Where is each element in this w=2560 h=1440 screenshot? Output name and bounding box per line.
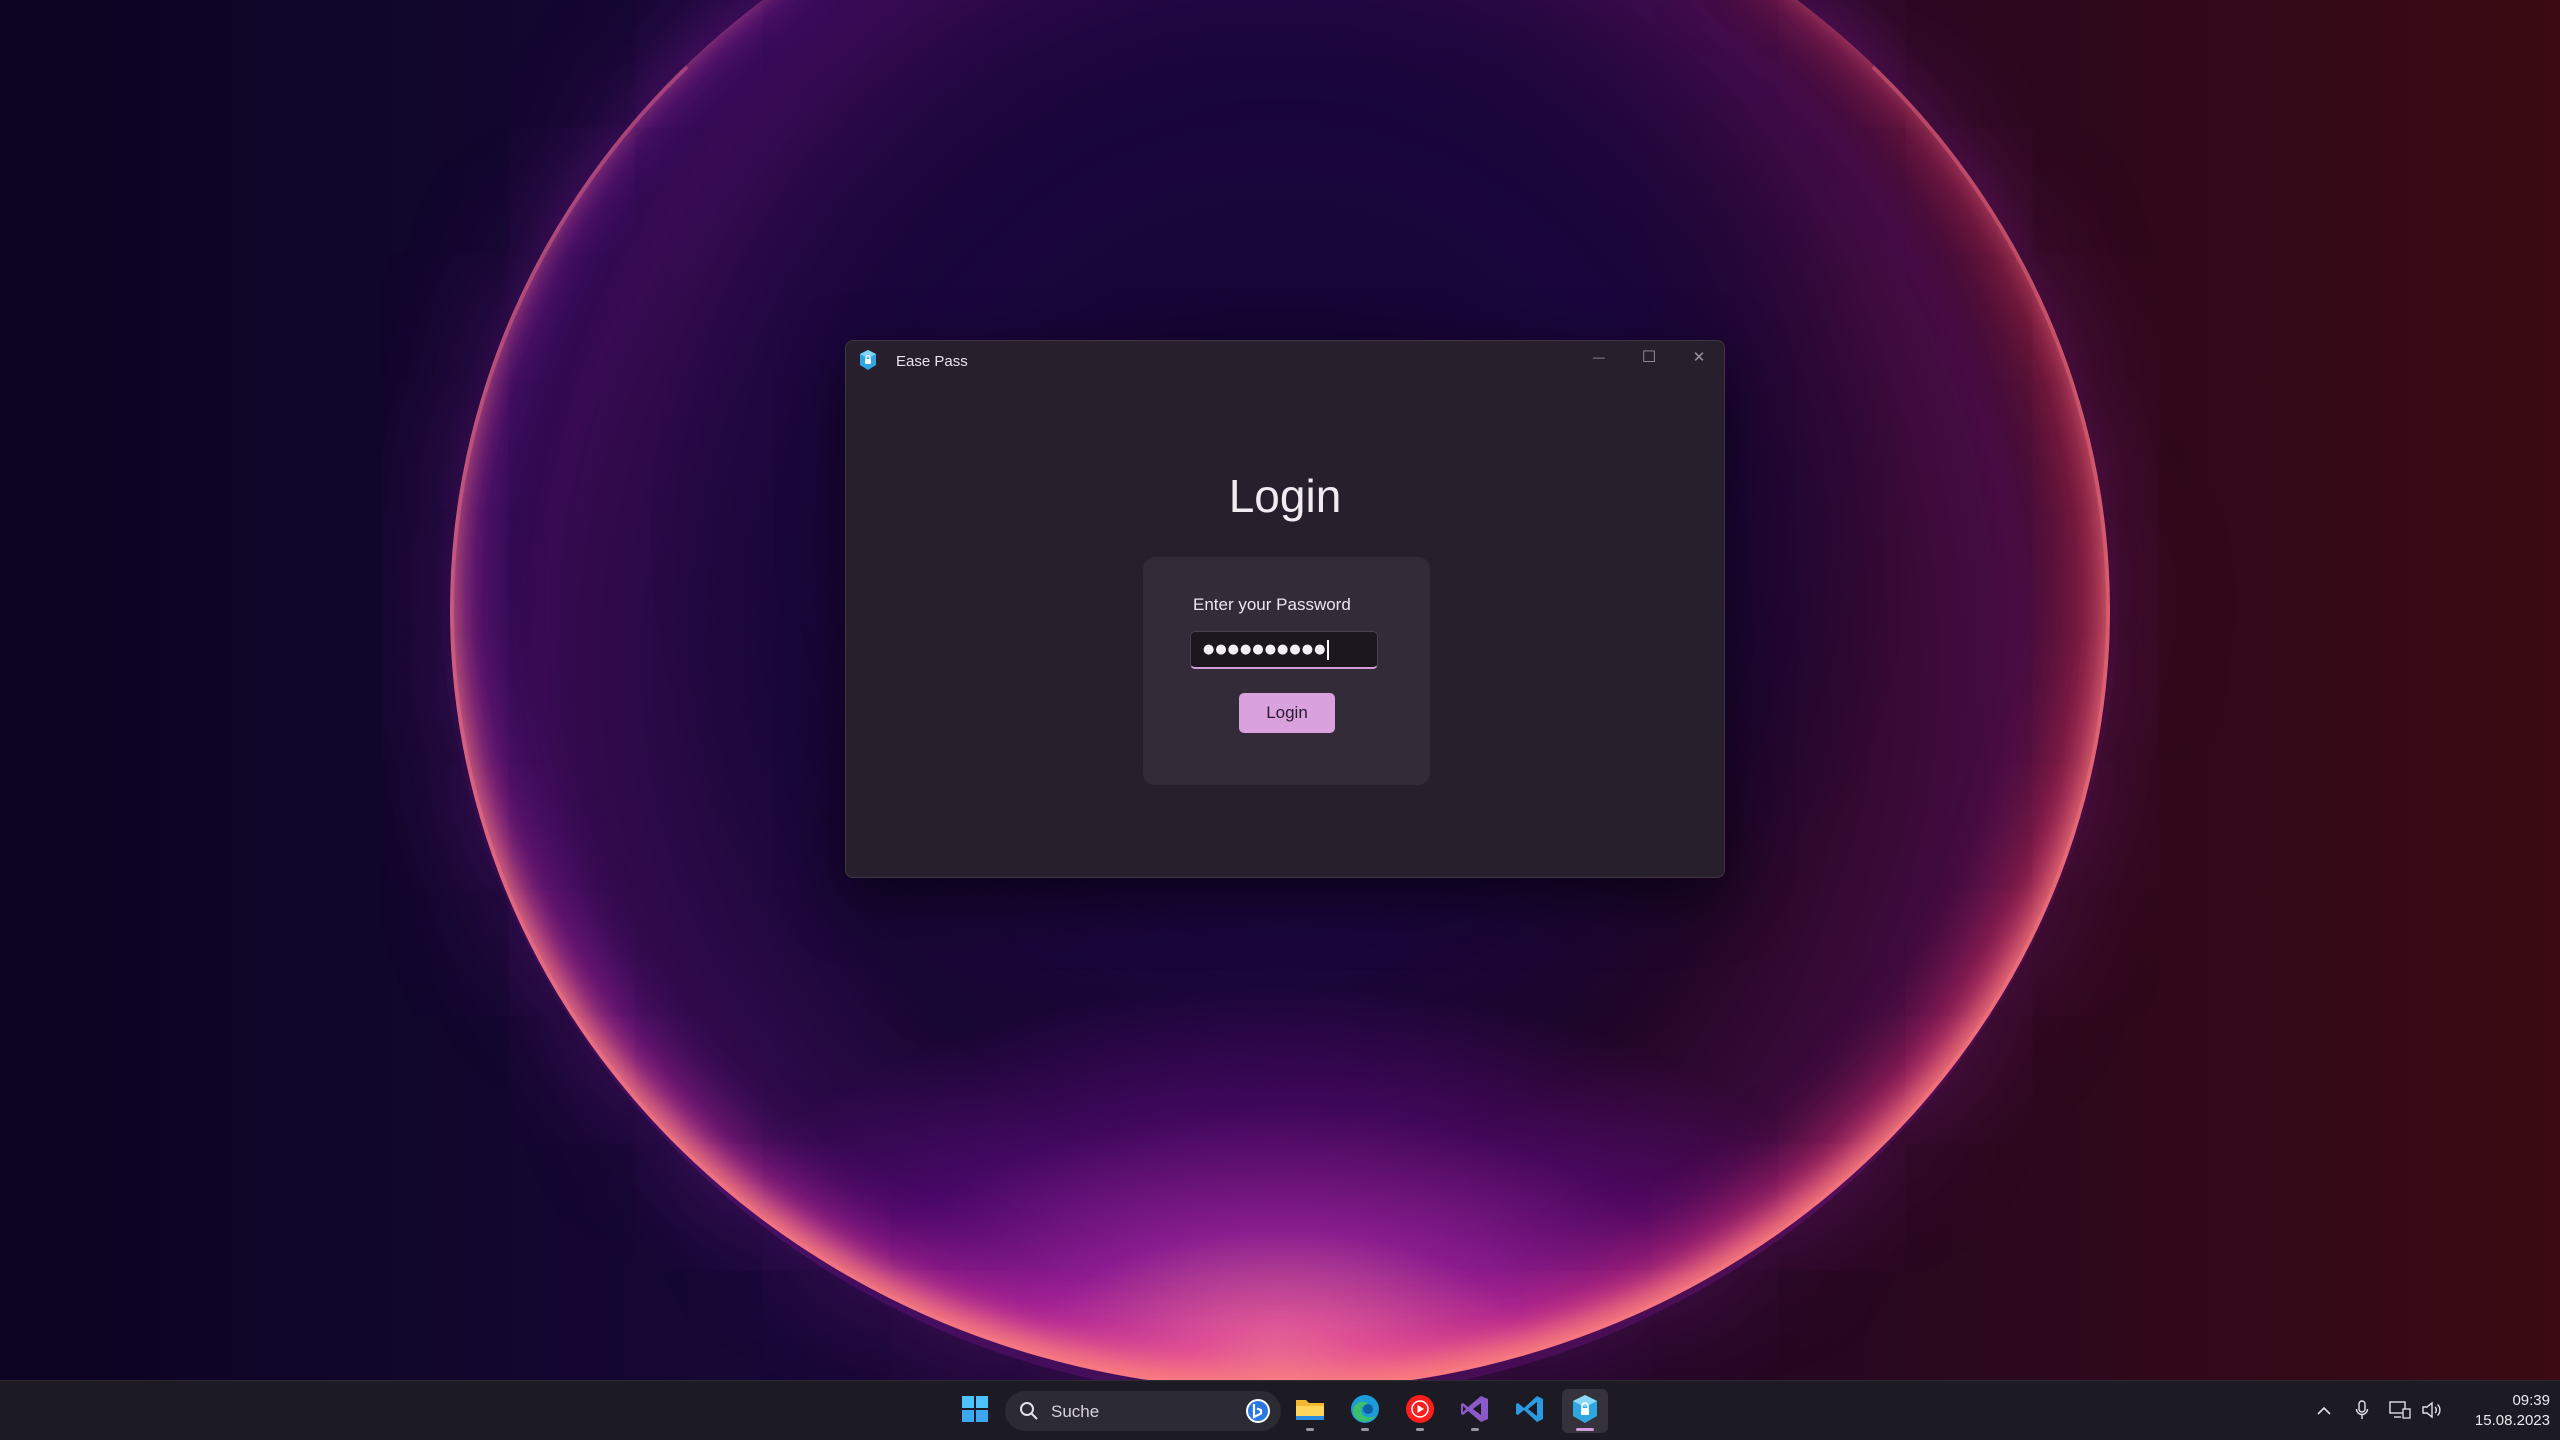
ease-pass-icon	[1571, 1394, 1599, 1429]
minimize-button[interactable]: —	[1574, 341, 1624, 373]
password-value: ●●●●●●●●●●	[1203, 642, 1327, 657]
running-indicator	[1361, 1428, 1369, 1431]
clock-date: 15.08.2023	[2474, 1412, 2550, 1429]
clock-time: 09:39	[2512, 1392, 2550, 1409]
taskbar-edge[interactable]	[1342, 1389, 1388, 1433]
network-icon	[2389, 1400, 2411, 1423]
close-button[interactable]: ✕	[1674, 341, 1724, 373]
vscode-icon	[1515, 1394, 1545, 1429]
bing-chat-icon[interactable]	[1245, 1398, 1271, 1424]
taskbar-ease-pass[interactable]	[1562, 1389, 1608, 1433]
start-button[interactable]	[952, 1389, 998, 1433]
password-field[interactable]: ●●●●●●●●●●	[1190, 631, 1378, 669]
visual-studio-icon	[1460, 1394, 1490, 1429]
ease-pass-logo-icon	[858, 349, 878, 371]
title-bar[interactable]: Ease Pass — ☐ ✕	[846, 341, 1724, 381]
taskbar-youtube-music[interactable]	[1397, 1389, 1443, 1433]
taskbar: Suche 09:39 15.08.2023	[0, 1380, 2560, 1440]
text-caret	[1327, 639, 1330, 660]
microphone-icon	[2355, 1399, 2369, 1423]
windows-start-icon	[961, 1395, 989, 1428]
ease-pass-window: Ease Pass — ☐ ✕ Login Enter your Passwor…	[845, 340, 1725, 878]
youtube-music-icon	[1405, 1394, 1435, 1429]
page-title: Login	[1228, 470, 1342, 522]
chevron-up-icon	[2316, 1403, 2332, 1419]
taskbar-vscode[interactable]	[1507, 1389, 1553, 1433]
taskbar-file-explorer[interactable]	[1287, 1389, 1333, 1433]
tray-overflow-button[interactable]	[2312, 1399, 2336, 1423]
taskbar-clock[interactable]: 09:39 15.08.2023	[2440, 1391, 2550, 1431]
edge-icon	[1350, 1394, 1380, 1429]
taskbar-visual-studio[interactable]	[1452, 1389, 1498, 1433]
running-indicator	[1471, 1428, 1479, 1431]
tray-microphone[interactable]	[2350, 1399, 2374, 1423]
login-button[interactable]: Login	[1239, 693, 1335, 733]
minimize-icon: —	[1593, 350, 1605, 364]
running-indicator	[1306, 1428, 1314, 1431]
search-icon	[1019, 1401, 1039, 1421]
taskbar-search[interactable]: Suche	[1005, 1391, 1281, 1431]
login-card: Enter your Password ●●●●●●●●●● Login	[1143, 557, 1430, 785]
tray-network[interactable]	[2388, 1399, 2412, 1423]
window-title: Ease Pass	[896, 353, 968, 370]
file-explorer-icon	[1295, 1396, 1325, 1427]
password-label: Enter your Password	[1193, 595, 1351, 614]
search-placeholder: Suche	[1051, 1402, 1100, 1421]
maximize-button[interactable]: ☐	[1624, 341, 1674, 373]
login-button-label: Login	[1266, 703, 1308, 722]
close-icon: ✕	[1692, 349, 1706, 366]
maximize-icon: ☐	[1641, 349, 1657, 366]
active-indicator	[1576, 1428, 1594, 1431]
running-indicator	[1416, 1428, 1424, 1431]
